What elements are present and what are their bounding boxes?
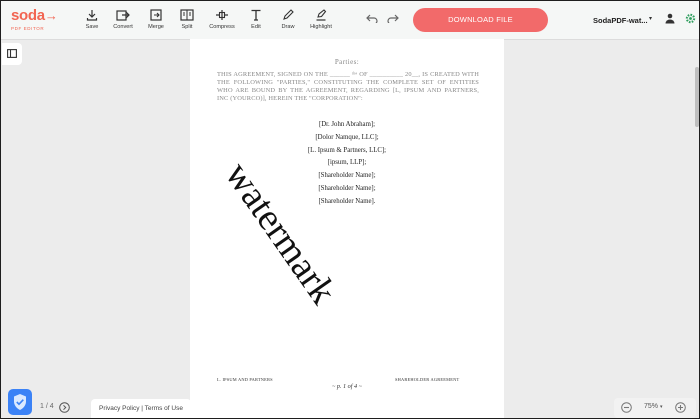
- pen-icon: [283, 9, 294, 20]
- next-page-icon[interactable]: [59, 402, 70, 413]
- save-icon: [86, 10, 98, 21]
- shield-check-icon: [14, 394, 26, 410]
- page-indicator: 1 / 4: [40, 403, 54, 410]
- merge-icon: [150, 9, 162, 21]
- security-badge[interactable]: [8, 389, 32, 415]
- party-name: [Dolor Namque, LLC];: [315, 133, 379, 141]
- compress-button[interactable]: Compress: [204, 9, 240, 30]
- party-name: [Dr. John Abraham];: [318, 121, 376, 128]
- redo-icon[interactable]: [387, 13, 399, 23]
- soda-pdf-logo[interactable]: soda→ PDF EDITOR: [11, 7, 67, 35]
- split-label: Split: [181, 24, 193, 30]
- sidebar-icon: [7, 49, 17, 58]
- party-name: [L. Ipsum & Partners, LLC];: [307, 146, 387, 154]
- zoom-in-icon[interactable]: [675, 402, 686, 413]
- footer-left: L. IPSUM AND PARTNERS: [217, 377, 273, 382]
- draw-button[interactable]: Draw: [270, 9, 306, 30]
- chevron-down-icon[interactable]: ▾: [649, 15, 652, 22]
- draw-label: Draw: [281, 24, 295, 30]
- zoom-out-icon[interactable]: [621, 402, 632, 413]
- download-file-button[interactable]: DOWNLOAD FILE: [413, 8, 548, 32]
- document-page[interactable]: Parties: This Agreement, signed on the _…: [190, 39, 504, 418]
- convert-icon: [116, 10, 130, 21]
- highlight-icon: [316, 9, 327, 21]
- privacy-terms-links[interactable]: Privacy Policy | Terms of Use: [91, 399, 191, 418]
- convert-label: Convert: [113, 24, 133, 30]
- edit-label: Edit: [251, 24, 261, 30]
- parties-heading: Parties:: [334, 58, 360, 66]
- compress-label: Compress: [209, 24, 235, 30]
- top-toolbar: soda→ PDF EDITOR Save Convert Merge Spli…: [1, 1, 699, 40]
- file-name[interactable]: SodaPDF-wat...: [593, 16, 648, 25]
- user-icon[interactable]: [665, 13, 675, 24]
- agreement-paragraph: This Agreement, signed on the ______ ᵗʰᵉ…: [217, 71, 479, 102]
- highlight-button[interactable]: Highlight: [303, 9, 339, 30]
- convert-button[interactable]: Convert: [105, 9, 141, 30]
- page-navigator: 1 / 4: [35, 399, 75, 417]
- scrollbar-thumb[interactable]: [695, 67, 699, 127]
- gear-icon[interactable]: [685, 13, 696, 24]
- footer-right: SHAREHOLDER AGREEMENT: [395, 377, 460, 382]
- highlight-label: Highlight: [310, 24, 332, 30]
- zoom-control: 75% ▾: [614, 398, 696, 418]
- edit-button[interactable]: Edit: [238, 9, 274, 30]
- compress-icon: [216, 10, 228, 20]
- split-icon: [180, 9, 194, 21]
- page-number: ~ p. 1 of 4 ~: [331, 383, 363, 390]
- undo-icon[interactable]: [366, 13, 378, 23]
- zoom-level[interactable]: 75% ▾: [644, 403, 662, 410]
- text-edit-icon: [251, 9, 261, 21]
- split-button[interactable]: Split: [169, 9, 205, 30]
- app-window: soda→ PDF EDITOR Save Convert Merge Spli…: [0, 0, 700, 419]
- sidebar-toggle-button[interactable]: [2, 43, 22, 65]
